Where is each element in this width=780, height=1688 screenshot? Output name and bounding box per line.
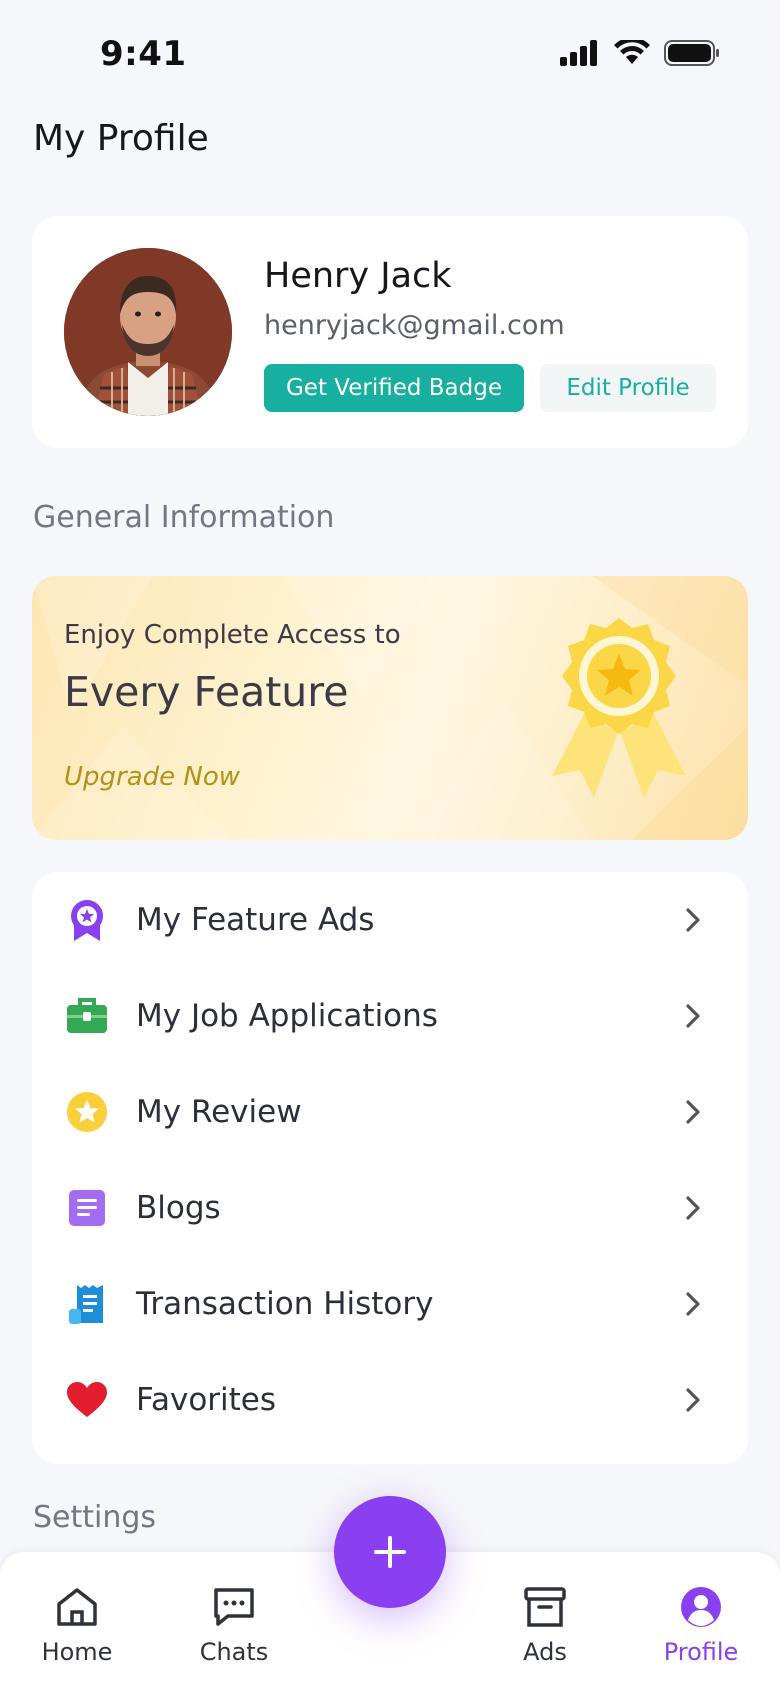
chevron-right-icon — [686, 1100, 700, 1124]
home-icon — [57, 1588, 97, 1626]
chevron-right-icon — [686, 1196, 700, 1220]
chevron-right-icon — [686, 1004, 700, 1028]
page-title: My Profile — [33, 118, 209, 159]
tab-home[interactable]: Home — [12, 1586, 142, 1676]
user-circle-icon — [681, 1587, 721, 1627]
status-icons — [560, 40, 720, 66]
menu-item-my-review[interactable]: My Review — [32, 1064, 748, 1160]
section-general-information: General Information — [33, 500, 335, 535]
profile-name: Henry Jack — [264, 256, 452, 296]
status-bar: 9:41 — [0, 0, 780, 110]
profile-card: Henry Jack henryjack@gmail.com Get Verif… — [32, 216, 748, 448]
receipt-icon — [66, 1283, 108, 1325]
status-time: 9:41 — [100, 34, 187, 74]
archive-box-icon — [524, 1587, 566, 1627]
add-post-button[interactable] — [334, 1496, 446, 1608]
menu-item-label: My Job Applications — [136, 998, 438, 1034]
document-icon — [66, 1187, 108, 1229]
tab-chats[interactable]: Chats — [169, 1586, 299, 1676]
menu-item-favorites[interactable]: Favorites — [32, 1352, 748, 1448]
tab-ads[interactable]: Ads — [480, 1586, 610, 1676]
award-badge-icon — [552, 618, 686, 798]
upgrade-now-link[interactable]: Upgrade Now — [64, 762, 240, 792]
menu-item-label: Favorites — [136, 1382, 277, 1418]
tab-label: Ads — [523, 1638, 567, 1666]
battery-icon — [664, 40, 719, 66]
general-menu-list: My Feature Ads My Job Applications My Re… — [32, 872, 748, 1464]
menu-item-label: My Feature Ads — [136, 902, 375, 938]
chat-icon — [214, 1588, 254, 1626]
tab-label: Home — [41, 1638, 113, 1666]
tab-label: Chats — [199, 1638, 269, 1666]
promo-title: Every Feature — [64, 668, 349, 716]
avatar[interactable] — [64, 248, 232, 416]
chevron-right-icon — [686, 908, 700, 932]
menu-item-label: Transaction History — [136, 1286, 434, 1322]
tab-label: Profile — [663, 1638, 739, 1666]
star-icon — [66, 1091, 108, 1133]
menu-item-feature-ads[interactable]: My Feature Ads — [32, 872, 748, 968]
get-verified-badge-button[interactable]: Get Verified Badge — [264, 364, 524, 412]
menu-item-transaction-history[interactable]: Transaction History — [32, 1256, 748, 1352]
menu-item-label: Blogs — [136, 1190, 221, 1226]
wifi-icon — [614, 40, 650, 64]
menu-item-blogs[interactable]: Blogs — [32, 1160, 748, 1256]
chevron-right-icon — [686, 1292, 700, 1316]
briefcase-icon — [66, 995, 108, 1037]
upgrade-promo-banner[interactable]: Enjoy Complete Access to Every Feature U… — [32, 576, 748, 840]
promo-subtitle: Enjoy Complete Access to — [64, 620, 401, 650]
menu-item-label: My Review — [136, 1094, 302, 1130]
menu-item-job-applications[interactable]: My Job Applications — [32, 968, 748, 1064]
heart-icon — [66, 1379, 108, 1421]
section-settings: Settings — [33, 1500, 157, 1535]
profile-email: henryjack@gmail.com — [264, 310, 565, 341]
edit-profile-button[interactable]: Edit Profile — [540, 364, 716, 412]
signal-icon — [560, 40, 597, 66]
plus-icon — [374, 1536, 406, 1568]
chevron-right-icon — [686, 1388, 700, 1412]
tab-profile[interactable]: Profile — [636, 1586, 766, 1676]
award-ribbon-icon — [66, 899, 108, 941]
